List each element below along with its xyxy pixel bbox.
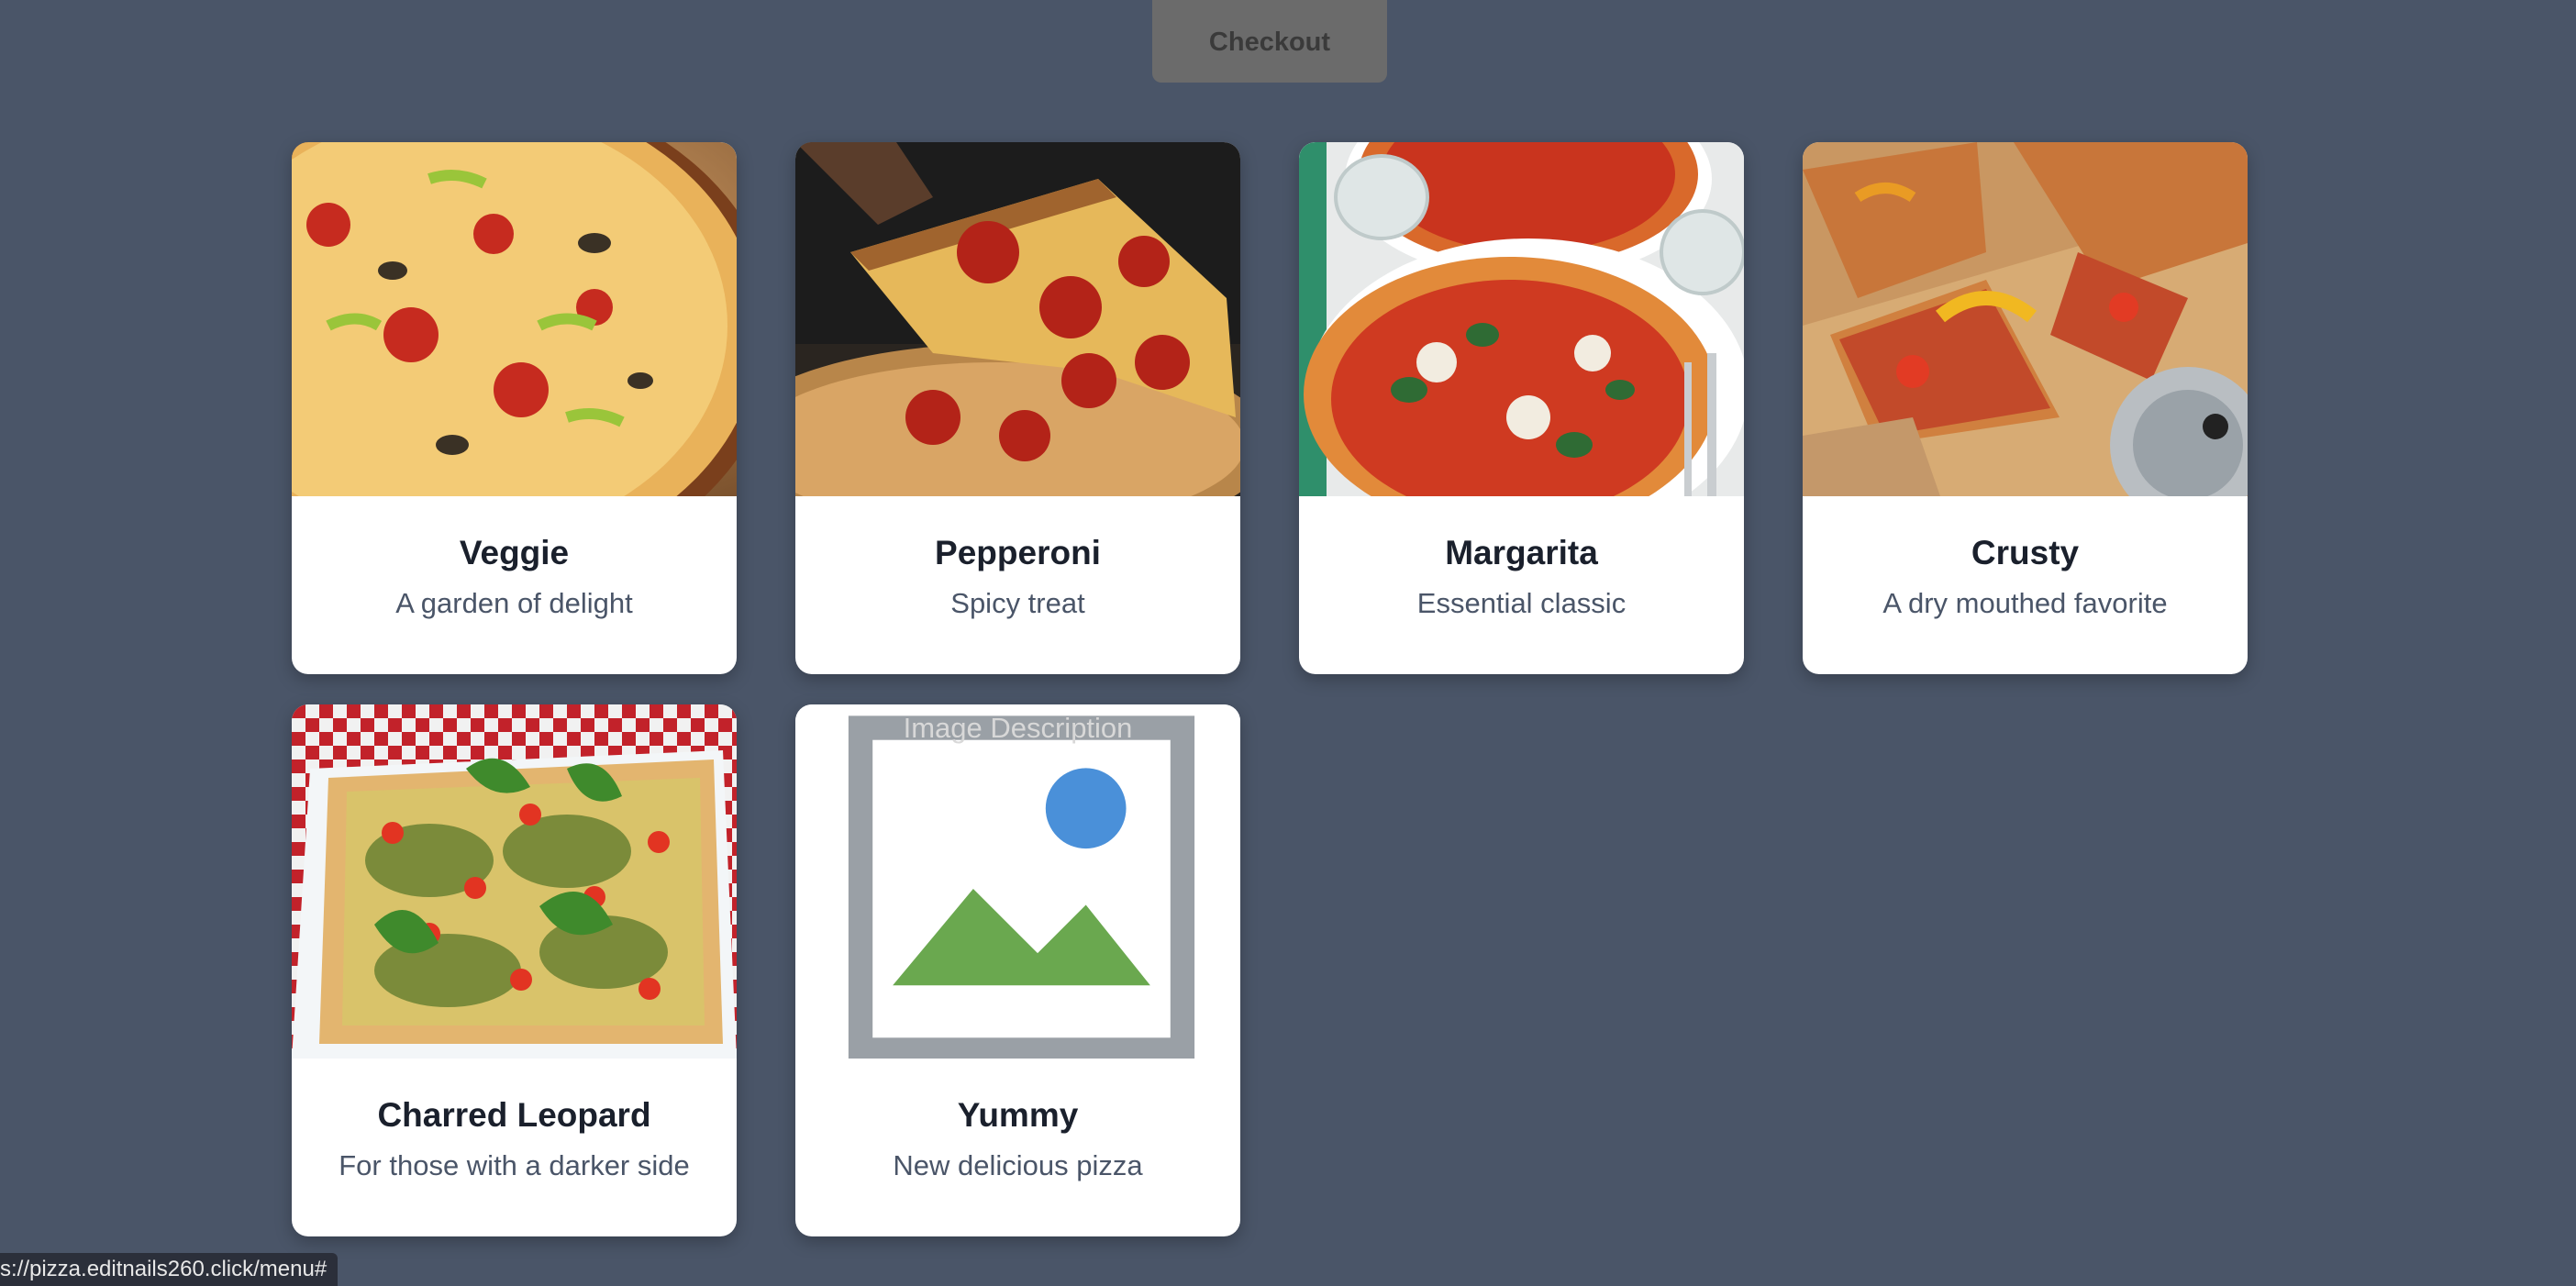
pizza-description: A dry mouthed favorite [1882, 587, 2168, 620]
pizza-description: For those with a darker side [339, 1149, 690, 1182]
menu-card-veggie[interactable]: Veggie A garden of delight [292, 142, 737, 674]
menu-card-pepperoni[interactable]: Pepperoni Spicy treat [795, 142, 1240, 674]
pizza-name: Veggie [459, 534, 570, 571]
charred-leopard-pizza-image [292, 704, 737, 1059]
pizza-description: New delicious pizza [893, 1149, 1143, 1182]
pizza-name: Yummy [957, 1096, 1079, 1134]
pepperoni-pizza-image [795, 142, 1240, 496]
menu-card-charred-leopard[interactable]: Charred Leopard For those with a darker … [292, 704, 737, 1236]
pizza-name: Margarita [1445, 534, 1598, 571]
pizza-name: Charred Leopard [377, 1096, 651, 1134]
menu-card-yummy[interactable]: Image Description Yummy New delicious pi… [795, 704, 1240, 1236]
pizza-name: Crusty [1971, 534, 2080, 571]
menu-card-margarita[interactable]: Margarita Essential classic [1299, 142, 1744, 674]
margarita-pizza-image [1299, 142, 1744, 496]
crusty-pizza-image [1803, 142, 2248, 496]
pizza-menu-grid: Veggie A garden of delight Pepperoni Spi… [292, 142, 2248, 1236]
pizza-description: A garden of delight [395, 587, 633, 620]
broken-image-icon [848, 715, 1195, 1059]
image-alt-text: Image Description [903, 712, 1133, 744]
broken-image-placeholder: Image Description [795, 704, 1240, 1059]
link-status-bar: s://pizza.editnails260.click/menu# [0, 1253, 339, 1286]
checkout-button[interactable]: Checkout [1152, 0, 1387, 83]
menu-card-crusty[interactable]: Crusty A dry mouthed favorite [1803, 142, 2248, 674]
pizza-description: Essential classic [1416, 587, 1627, 620]
veggie-pizza-image [292, 142, 737, 496]
pizza-name: Pepperoni [935, 534, 1101, 571]
pizza-description: Spicy treat [950, 587, 1085, 620]
